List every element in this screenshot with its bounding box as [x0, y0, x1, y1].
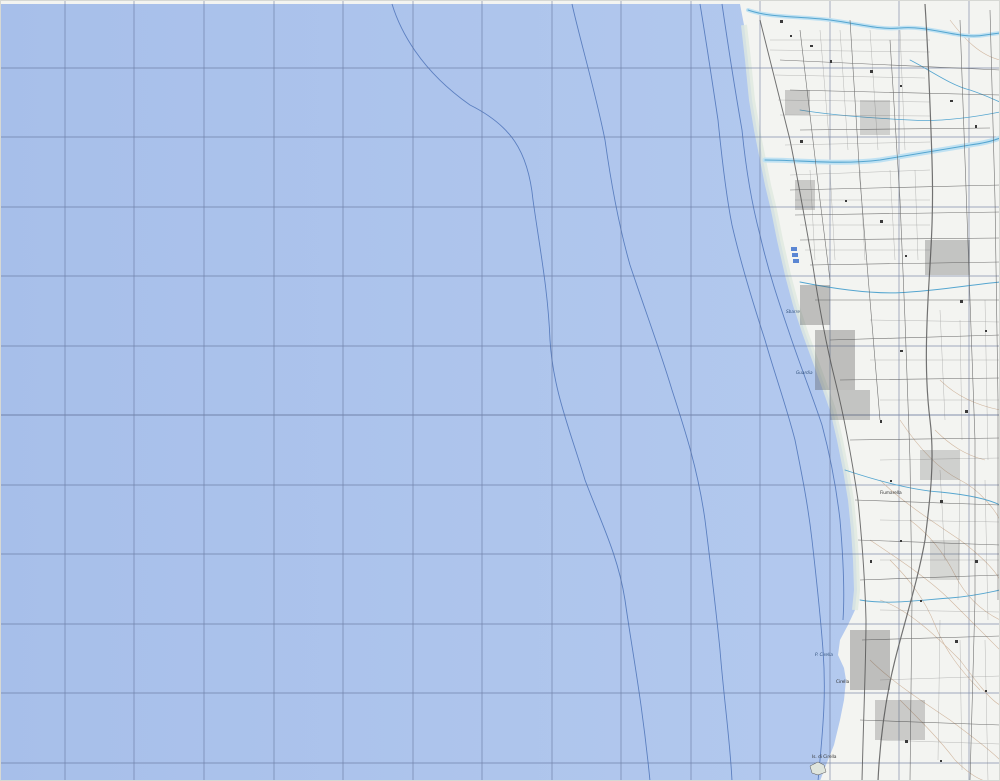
label-island: Is. di Cirella	[812, 754, 837, 759]
label-cirella: Cirella	[836, 679, 850, 684]
label-p-cirella: P. Cirella	[815, 652, 833, 657]
topographic-map[interactable]: Sbarre Guardia Fiumarella P. Cirella Cir…	[0, 0, 1000, 781]
label-fiumarella: Fiumarella	[880, 490, 902, 495]
label-sbarre: Sbarre	[786, 309, 800, 314]
sea-area	[0, 4, 857, 781]
label-guardia: Guardia	[796, 370, 813, 375]
map-canvas[interactable]: Sbarre Guardia Fiumarella P. Cirella Cir…	[0, 0, 1000, 781]
